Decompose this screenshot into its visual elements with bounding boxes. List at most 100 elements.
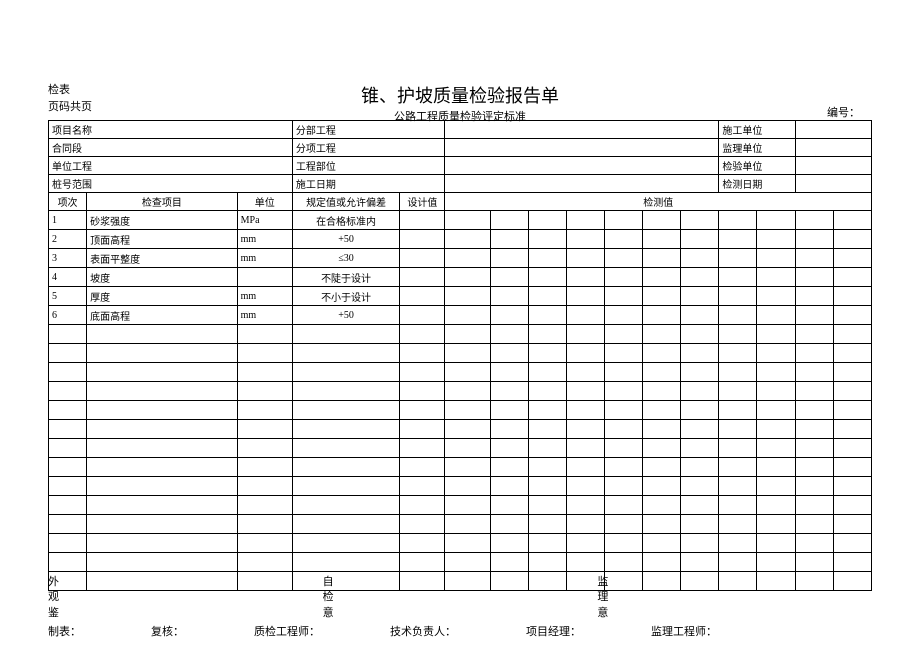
cell-item	[87, 401, 238, 420]
cell-measure	[643, 477, 681, 496]
cell-spec: +50	[292, 306, 399, 325]
cell-measure	[719, 420, 757, 439]
cell-measure	[528, 287, 566, 306]
cell-measure	[833, 439, 871, 458]
cell-measure	[445, 344, 490, 363]
cell-design	[400, 420, 445, 439]
cell-num	[49, 325, 87, 344]
fb-reviewer: 复核：	[151, 623, 184, 639]
cell-measure	[528, 458, 566, 477]
cell-measure	[604, 325, 642, 344]
cell-measure	[719, 344, 757, 363]
cell-measure	[528, 477, 566, 496]
cell-measure	[445, 230, 490, 249]
cell-measure	[643, 363, 681, 382]
lbl-project-name: 项目名称	[49, 121, 293, 139]
cell-measure	[445, 249, 490, 268]
cell-measure	[643, 287, 681, 306]
cell-spec	[292, 515, 399, 534]
lbl-supervise-unit: 监理单位	[719, 139, 795, 157]
cell-item: 坡度	[87, 268, 238, 287]
cell-measure	[719, 325, 757, 344]
val-part	[445, 157, 719, 175]
cell-design	[400, 268, 445, 287]
cell-measure	[795, 553, 833, 572]
cell-spec	[292, 363, 399, 382]
footer-top: 外 观 鉴 自 检 意 监 理 意	[48, 575, 872, 621]
cell-measure	[795, 249, 833, 268]
cell-measure	[833, 211, 871, 230]
cell-item	[87, 515, 238, 534]
cell-measure	[528, 439, 566, 458]
cell-measure	[604, 211, 642, 230]
cell-unit	[237, 477, 292, 496]
cell-measure	[719, 458, 757, 477]
cell-design	[400, 211, 445, 230]
cell-measure	[604, 268, 642, 287]
cell-measure	[719, 211, 757, 230]
cell-measure	[445, 325, 490, 344]
cell-measure	[719, 306, 757, 325]
cell-measure	[643, 211, 681, 230]
cell-measure	[795, 363, 833, 382]
cell-measure	[445, 268, 490, 287]
cell-unit	[237, 534, 292, 553]
cell-design	[400, 287, 445, 306]
cell-num	[49, 515, 87, 534]
cell-design	[400, 363, 445, 382]
header-row-4: 桩号范围 施工日期 检测日期	[49, 175, 872, 193]
cell-num: 1	[49, 211, 87, 230]
cell-measure	[445, 553, 490, 572]
cell-measure	[643, 401, 681, 420]
number-label: 编号：	[827, 104, 860, 120]
cell-design	[400, 325, 445, 344]
cell-measure	[681, 458, 719, 477]
cell-design	[400, 344, 445, 363]
cell-num: 5	[49, 287, 87, 306]
val-sub-project	[445, 139, 719, 157]
cell-measure	[719, 230, 757, 249]
cell-num	[49, 344, 87, 363]
cell-measure	[795, 344, 833, 363]
cell-measure	[719, 496, 757, 515]
cell-measure	[833, 401, 871, 420]
cell-spec: 在合格标准内	[292, 211, 399, 230]
cell-measure	[490, 306, 528, 325]
cell-measure	[757, 458, 795, 477]
cell-measure	[604, 306, 642, 325]
cell-item: 表面平整度	[87, 249, 238, 268]
fb-qc-engineer: 质检工程师：	[254, 623, 320, 639]
cell-measure	[643, 458, 681, 477]
cell-measure	[445, 211, 490, 230]
cell-measure	[719, 268, 757, 287]
cell-item: 砂浆强度	[87, 211, 238, 230]
cell-measure	[719, 363, 757, 382]
cell-measure	[681, 249, 719, 268]
cell-measure	[528, 325, 566, 344]
cell-measure	[643, 534, 681, 553]
cell-spec: +50	[292, 230, 399, 249]
table-row: 2顶面高程mm+50	[49, 230, 872, 249]
main-table-wrapper: 项目名称 分部工程 施工单位 合同段 分项工程 监理单位 单位工程 工程部位 检…	[48, 120, 872, 591]
cell-measure	[795, 477, 833, 496]
cell-item	[87, 325, 238, 344]
cell-design	[400, 458, 445, 477]
cell-measure	[643, 439, 681, 458]
val-inspect-unit	[795, 157, 871, 175]
cell-measure	[490, 287, 528, 306]
cell-measure	[795, 211, 833, 230]
fb-maker: 制表：	[48, 623, 81, 639]
cell-item	[87, 553, 238, 572]
cell-unit	[237, 553, 292, 572]
cell-measure	[445, 439, 490, 458]
cell-measure	[566, 420, 604, 439]
cell-measure	[833, 268, 871, 287]
cell-measure	[445, 477, 490, 496]
cell-measure	[795, 496, 833, 515]
cell-measure	[566, 553, 604, 572]
col-design: 设计值	[400, 193, 445, 211]
cell-design	[400, 496, 445, 515]
cell-measure	[757, 439, 795, 458]
cell-measure	[833, 477, 871, 496]
cell-measure	[490, 420, 528, 439]
